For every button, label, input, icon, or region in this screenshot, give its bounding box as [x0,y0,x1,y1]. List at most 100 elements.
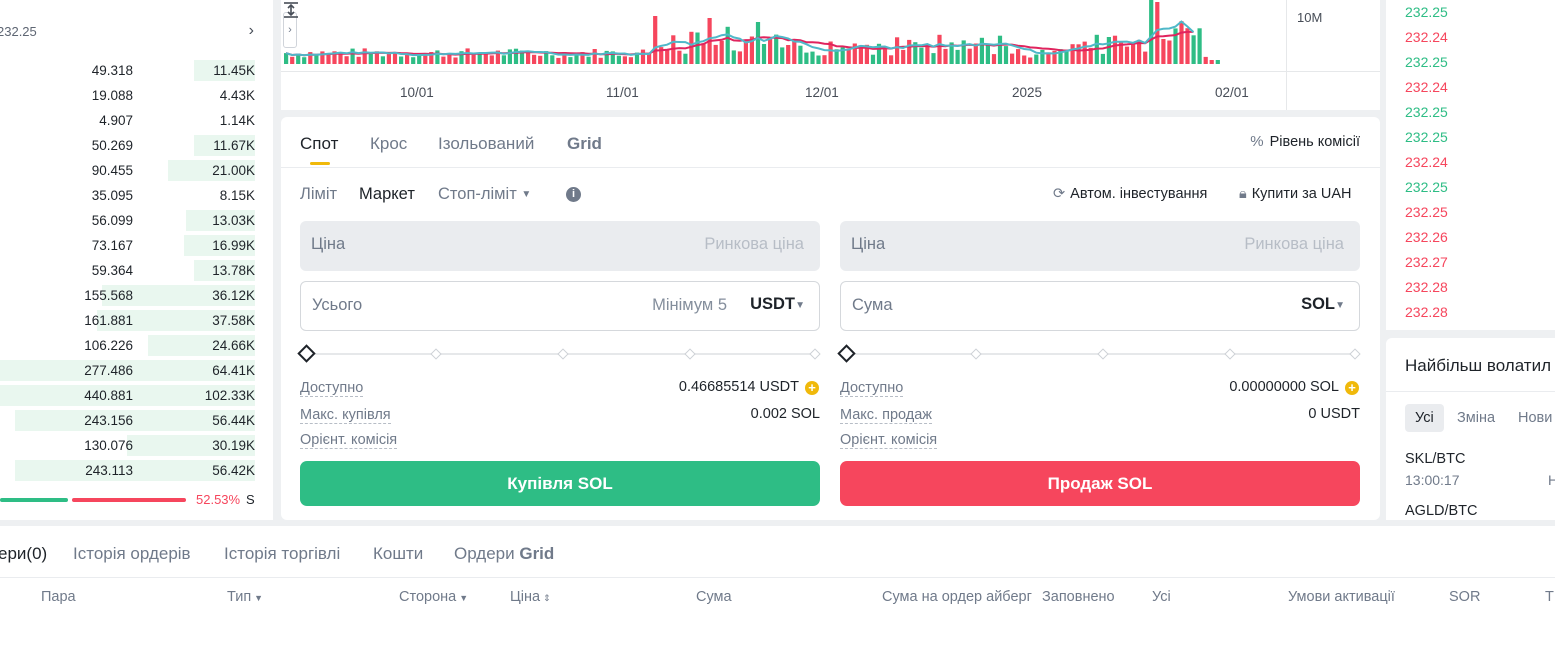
volume-bar [774,34,779,64]
tab-grid-orders[interactable]: Ордери Grid [454,544,554,564]
x-axis-label: 02/01 [1215,85,1249,100]
slider-step[interactable] [1097,348,1109,360]
buy-with-uah-link[interactable]: 🔒︎ Купити за UAH [1239,186,1352,202]
order-book-last-price: 232.25 [0,24,37,39]
order-book-row[interactable]: 90.455 21.00K [0,158,260,183]
order-book-row[interactable]: 35.095 8.15K [0,183,260,208]
sell-ratio-suffix: S [246,492,255,507]
volume-bar [907,39,912,64]
volume-bar [755,22,761,64]
order-book-row[interactable]: 161.881 37.58K [0,308,260,333]
buy-available-amount: 0.46685514 USDT [678,379,799,395]
volume-bar [1215,60,1220,64]
order-book-row[interactable]: 155.568 36.12K [0,283,260,308]
slider-step[interactable] [970,348,982,360]
x-axis-label: 2025 [1012,85,1043,100]
column-all[interactable]: Усі [1152,589,1171,605]
sell-amount-input[interactable]: Сума SOL ▼ [840,281,1360,331]
buy-min-hint: Мінімум 5 [652,296,727,314]
order-book-row[interactable]: 277.486 64.41K [0,358,260,383]
x-axis-label: 12/01 [805,85,839,100]
slider-handle[interactable] [837,344,856,363]
tab-funds[interactable]: Кошти [373,544,423,564]
slider-step[interactable] [1349,348,1361,360]
volume-bar [380,56,385,64]
volume-bar [1082,41,1087,64]
tab-spot[interactable]: Спот [300,134,338,154]
volume-bar [919,47,924,64]
trade-price: 232.25 [1405,129,1448,145]
deposit-plus-icon[interactable]: + [805,381,819,395]
slider-step[interactable] [684,348,696,360]
sell-amount-slider[interactable] [837,344,1361,363]
column-side[interactable]: Сторона ▼ [399,589,468,605]
auto-invest-link[interactable]: ⟳ Автом. інвестування [1053,186,1207,202]
order-book-price-row[interactable]: 232.25 › [0,20,260,44]
order-book-row[interactable]: 243.156 56.44K [0,408,260,433]
slider-step[interactable] [809,348,821,360]
order-type-limit[interactable]: Ліміт [300,185,337,204]
caret-down-icon[interactable]: ▼ [1335,300,1345,311]
volume-bar [1143,51,1148,64]
tab-isolated[interactable]: Ізольований [438,134,534,154]
fee-level-link[interactable]: % Рівень комісії [1250,133,1360,150]
column-price[interactable]: Ціна ⇕ [510,589,551,605]
buy-total-input[interactable]: Усього Мінімум 5 USDT ▼ [300,281,820,331]
tab-cross[interactable]: Крос [370,134,407,154]
slider-step[interactable] [1224,348,1236,360]
volume-bar [417,55,422,64]
buy-unit-selector[interactable]: USDT [750,295,795,314]
x-axis-label: 11/01 [606,85,639,100]
volatile-tab-all[interactable]: Усі [1405,404,1444,432]
order-book-row[interactable]: 56.099 13.03K [0,208,260,233]
volume-bar [483,53,488,64]
tab-trade-history[interactable]: Історія торгівлі [224,544,340,564]
volatile-tab-change[interactable]: Зміна [1457,410,1495,426]
sell-sol-button[interactable]: Продаж SOL [840,461,1360,506]
order-book-row[interactable]: 4.907 1.14K [0,108,260,133]
order-book-row[interactable]: 130.076 30.19K [0,433,260,458]
order-type-market[interactable]: Маркет [359,185,415,204]
sell-unit-selector[interactable]: SOL [1301,295,1335,314]
tab-order-history[interactable]: Історія ордерів [73,544,191,564]
trade-price: 232.25 [1405,54,1448,70]
volume-bar [314,55,319,64]
slider-handle[interactable] [297,344,316,363]
order-book-row[interactable]: 50.269 11.67K [0,133,260,158]
order-book-total: 56.44K [212,413,255,428]
order-book-row[interactable]: 440.881 102.33K [0,383,260,408]
tab-open-orders[interactable]: ери(0) [0,544,47,564]
caret-down-icon: ▼ [521,189,532,200]
order-type-stop-limit[interactable]: Стоп-ліміт ▼ [438,185,531,204]
fit-vertical-icon[interactable] [281,0,301,20]
volume-bar [967,48,972,64]
order-book-total: 13.78K [212,263,255,278]
most-volatile-title: Найбільш волатил [1405,356,1552,375]
volatile-divider [1386,391,1555,392]
slider-step[interactable] [430,348,442,360]
volume-bar [640,49,646,64]
order-book-row[interactable]: 59.364 13.78K [0,258,260,283]
volatile-tab-new[interactable]: Нови [1518,410,1552,426]
order-book-total: 64.41K [212,363,255,378]
order-book-row[interactable]: 73.167 16.99K [0,233,260,258]
deposit-plus-icon[interactable]: + [1345,381,1359,395]
volume-bar [362,48,367,64]
order-book-row[interactable]: 19.088 4.43K [0,83,260,108]
tab-grid[interactable]: Grid [567,134,602,154]
buy-amount-slider[interactable] [297,344,821,363]
caret-down-icon[interactable]: ▼ [795,300,805,311]
volume-bar [743,41,748,64]
info-icon[interactable]: i [566,187,581,202]
chevron-right-icon[interactable]: › [249,22,254,40]
volatile-pair[interactable]: SKL/BTC [1405,451,1465,467]
order-book-row[interactable]: 49.318 11.45K [0,58,260,83]
order-book-row[interactable]: 106.226 24.66K [0,333,260,358]
volume-bar [592,49,597,64]
price-chart[interactable]: › 10M 10/01 11/01 12/01 2025 02/01 [281,0,1380,110]
column-type[interactable]: Тип ▼ [227,589,263,605]
slider-step[interactable] [557,348,569,360]
order-book-row[interactable]: 243.113 56.42K [0,458,260,483]
buy-sol-button[interactable]: Купівля SOL [300,461,820,506]
volatile-pair[interactable]: AGLD/BTC [1405,503,1478,519]
